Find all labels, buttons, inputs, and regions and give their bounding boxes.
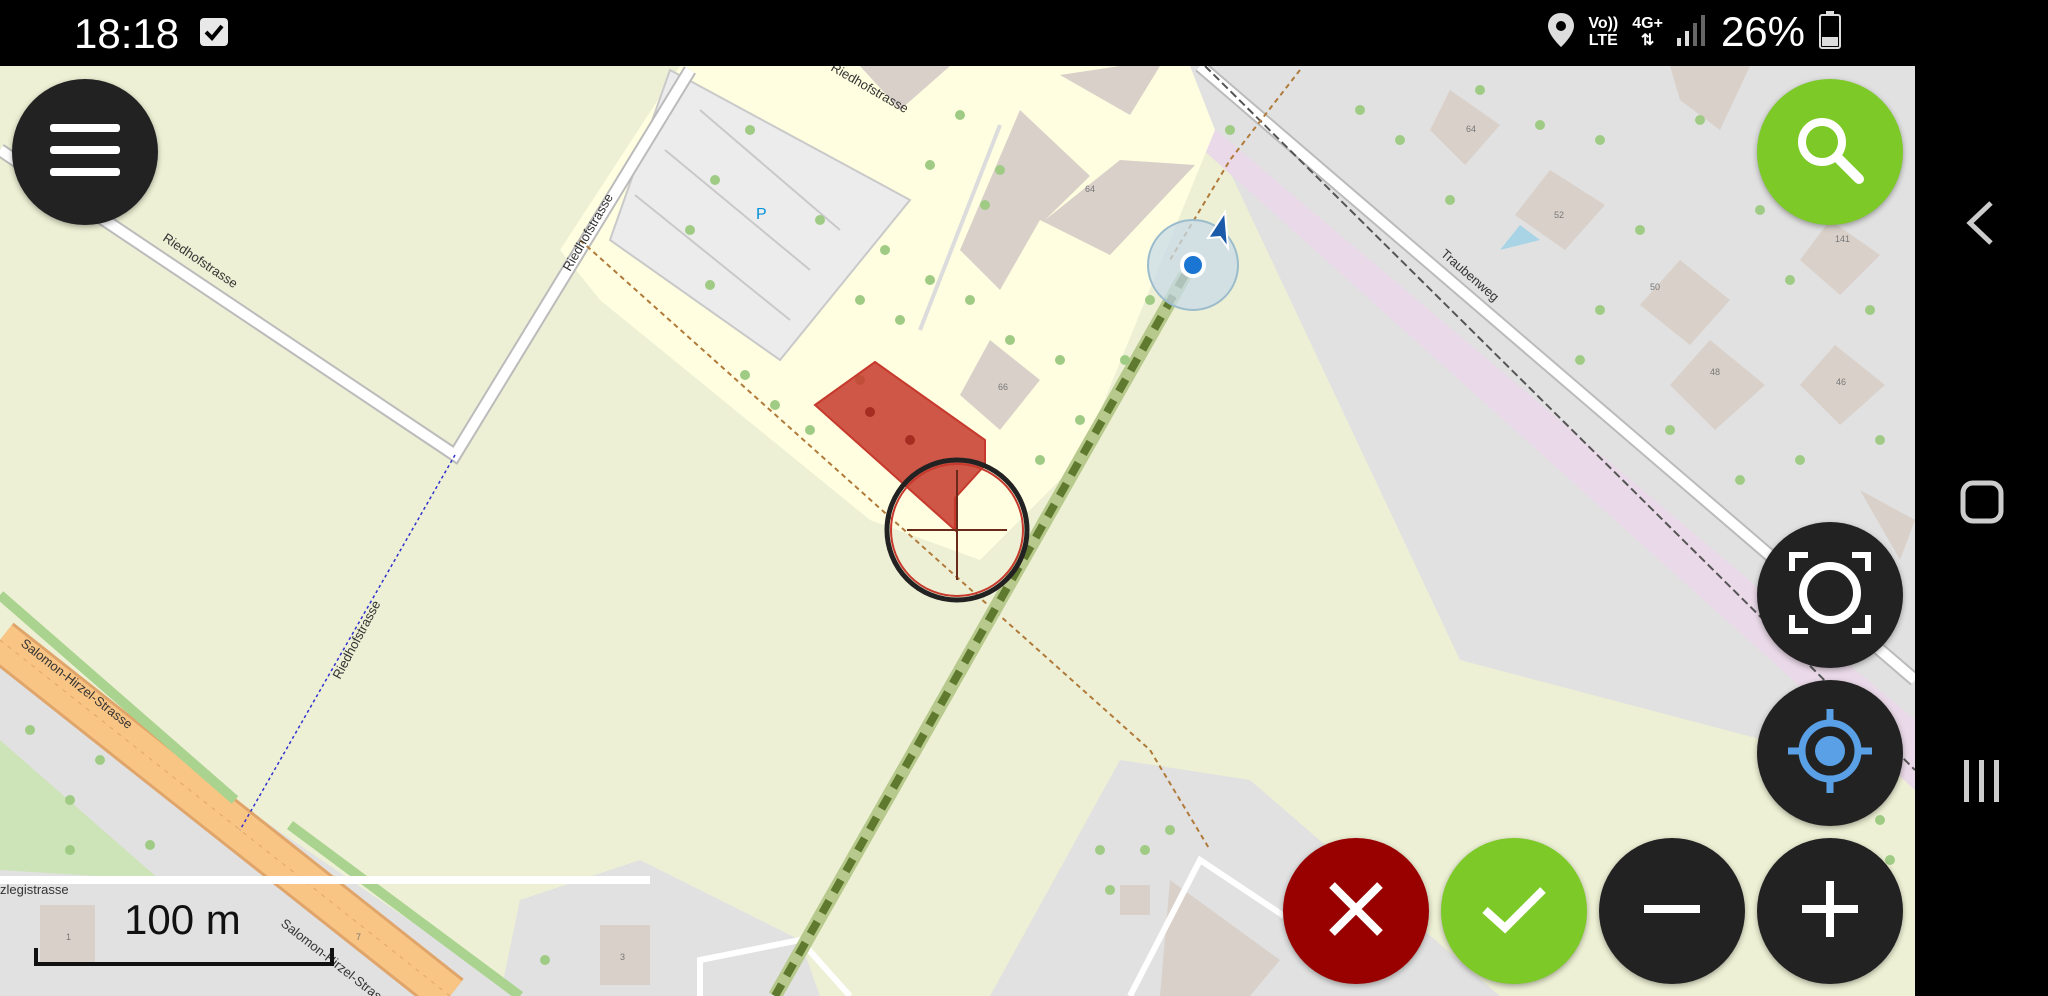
house-number: 66	[998, 382, 1008, 392]
target-crosshair	[884, 457, 1030, 603]
focus-button[interactable]	[1757, 522, 1903, 668]
street-label-ziegelei: zlegistrasse	[0, 882, 69, 897]
status-bar: 18:18 Vo)) LTE 4G+ ⇅ 26%	[0, 0, 1915, 66]
street-label-riedhof-footpath: Riedhofstrasse	[329, 598, 383, 682]
signal-bars-icon	[1676, 14, 1707, 51]
back-chevron-icon[interactable]	[1965, 200, 1995, 251]
house-number: 3	[620, 952, 625, 962]
cancel-button[interactable]	[1283, 838, 1429, 984]
confirm-button[interactable]	[1441, 838, 1587, 984]
house-number: 7	[356, 932, 361, 942]
gps-crosshair-icon	[1788, 708, 1872, 798]
network-volte-top: Vo))	[1588, 15, 1619, 32]
zoom-in-button[interactable]	[1757, 838, 1903, 984]
system-nav-bar	[1915, 0, 2048, 996]
house-number: 50	[1650, 282, 1660, 292]
house-number: 64	[1085, 184, 1095, 194]
minus-icon	[1644, 902, 1700, 920]
network-volte: Vo)) LTE	[1588, 15, 1618, 49]
network-volte-bottom: LTE	[1588, 32, 1618, 49]
battery-icon	[1819, 10, 1841, 54]
search-button[interactable]	[1757, 79, 1903, 225]
location-pin-icon	[1548, 12, 1575, 52]
hamburger-menu-icon	[50, 123, 120, 181]
zoom-out-button[interactable]	[1599, 838, 1745, 984]
focus-frame-icon	[1788, 551, 1872, 640]
checkbox-notification-icon	[200, 18, 228, 46]
battery-percent: 26%	[1720, 8, 1805, 55]
house-number: 48	[1710, 367, 1720, 377]
check-icon	[1481, 884, 1547, 939]
house-number: 141	[1835, 234, 1850, 244]
house-number: 1	[66, 932, 71, 942]
status-time: 18:18	[74, 10, 180, 57]
close-icon	[1326, 879, 1386, 944]
data-type-label: 4G+	[1632, 15, 1663, 32]
house-number: 46	[1836, 377, 1846, 387]
house-number: 52	[1554, 210, 1564, 220]
search-icon	[1795, 115, 1865, 190]
recents-icon[interactable]	[1962, 760, 2002, 807]
house-number: 64	[1466, 124, 1476, 134]
scale-bar	[34, 948, 334, 966]
data-type: 4G+ ⇅	[1632, 15, 1663, 49]
scale-label: 100 m	[124, 896, 241, 943]
my-location-button[interactable]	[1757, 680, 1903, 826]
plus-icon	[1802, 880, 1858, 942]
home-square-icon[interactable]	[1960, 480, 2004, 529]
menu-button[interactable]	[12, 79, 158, 225]
parking-label: P	[756, 206, 767, 223]
